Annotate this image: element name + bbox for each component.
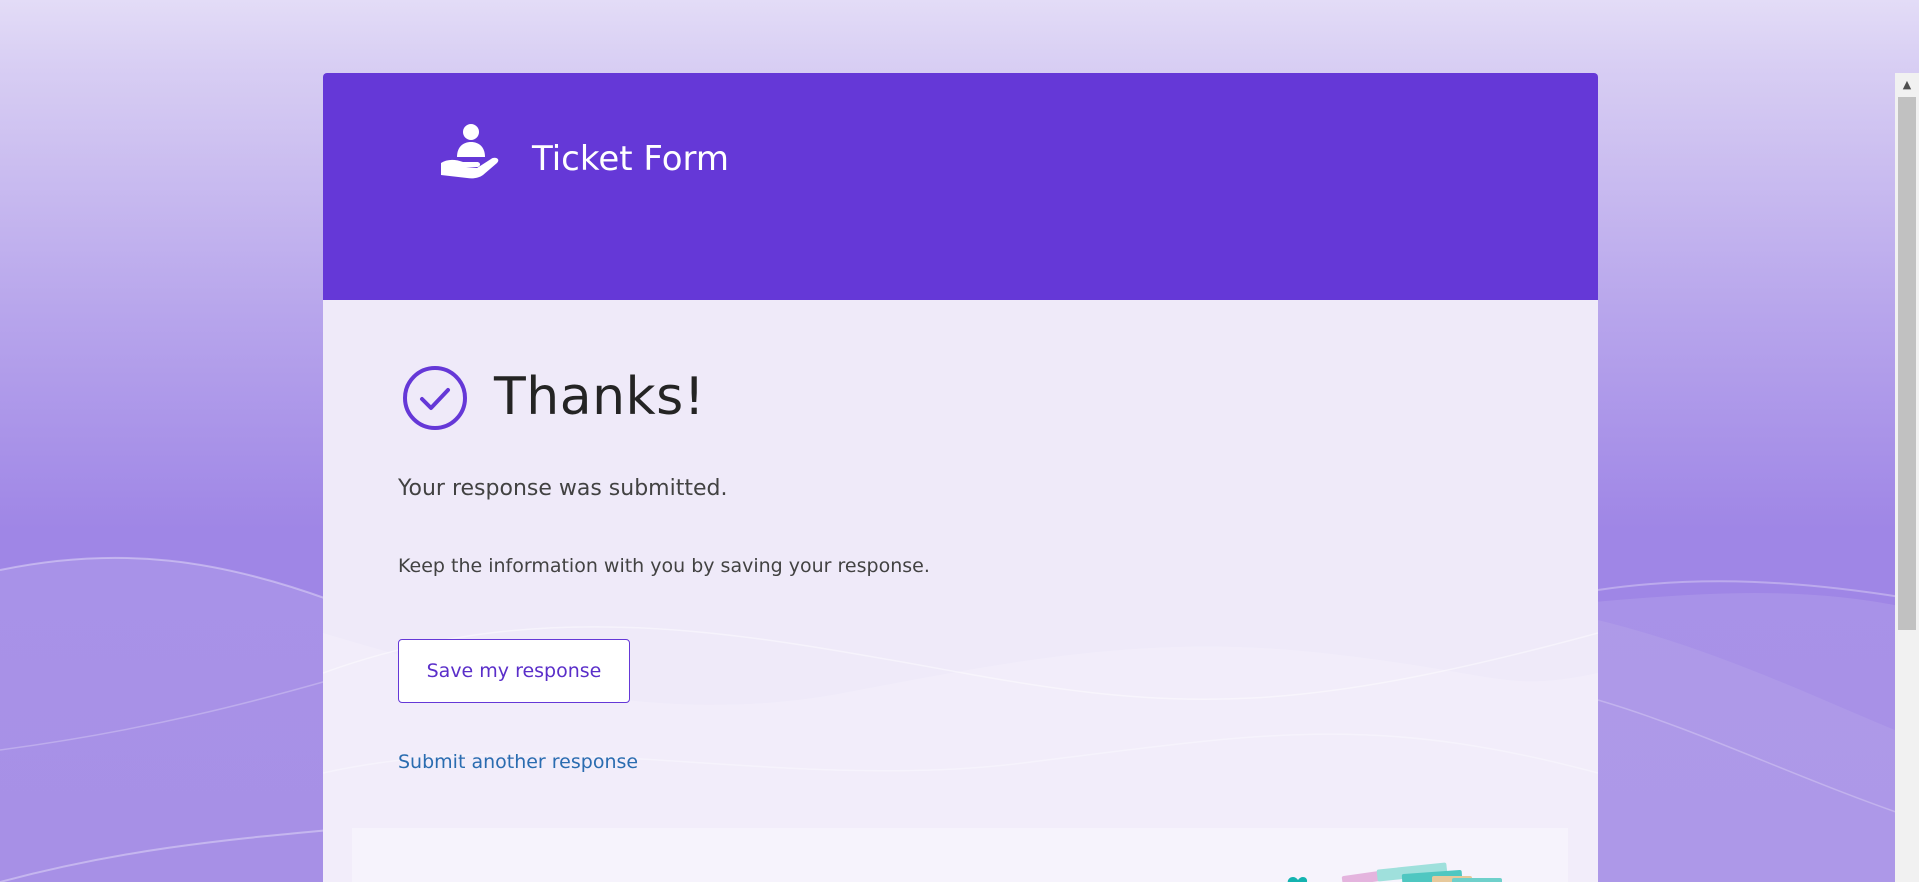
scroll-up-arrow-icon[interactable]: ▲ <box>1895 73 1919 95</box>
save-response-button[interactable]: Save my response <box>398 639 630 703</box>
check-circle-icon <box>403 366 467 430</box>
form-title: Ticket Form <box>532 139 730 179</box>
footer-panel <box>352 828 1568 882</box>
header-banner: Ticket Form <box>323 73 1598 300</box>
form-card: Ticket Form Thanks! Your response was su… <box>323 73 1598 882</box>
scrollbar-thumb[interactable] <box>1898 97 1916 630</box>
save-hint-text: Keep the information with you by saving … <box>398 555 930 577</box>
confirmation-heading: Thanks! <box>494 367 706 427</box>
submit-another-response-link[interactable]: Submit another response <box>398 751 638 773</box>
submission-message: Your response was submitted. <box>398 476 728 501</box>
hand-with-person-icon <box>441 124 499 179</box>
decorative-illustration <box>1287 862 1502 882</box>
vertical-scrollbar[interactable]: ▲ <box>1895 73 1919 882</box>
